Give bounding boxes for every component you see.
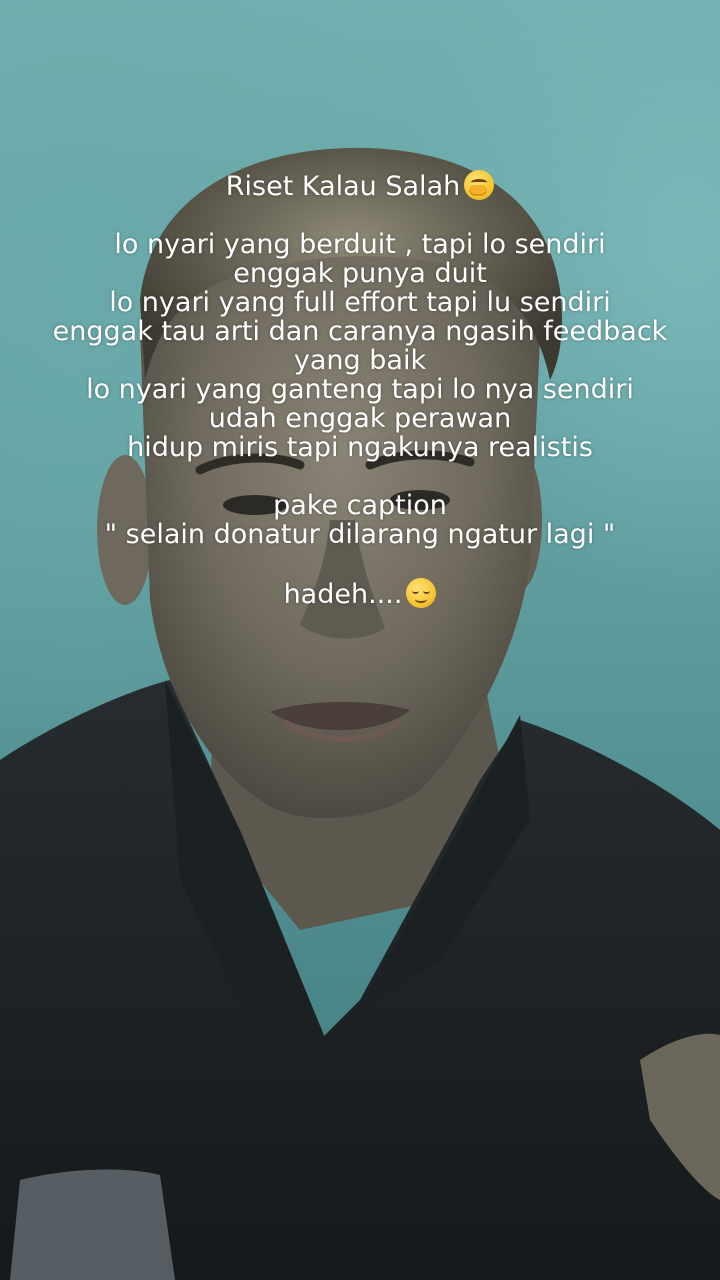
caption-closing-line: hadeh.... [20, 578, 700, 609]
caption-quote: " selain donatur dilarang ngatur lagi " [104, 519, 616, 550]
caption-line: enggak punya duit [233, 258, 487, 289]
caption-title: Riset Kalau Salah [225, 171, 461, 202]
caption-title-line: Riset Kalau Salah [20, 170, 700, 201]
caption-line: yang baik [293, 345, 427, 376]
caption-line: lo nyari yang full effort tapi lu sendir… [109, 287, 611, 318]
caption-line: hidup miris tapi ngakunya realistis [127, 432, 593, 463]
shirt-print [10, 1169, 175, 1280]
caption-line: lo nyari yang ganteng tapi lo nya sendir… [86, 374, 634, 405]
caption-intro: pake caption [273, 490, 447, 521]
story-canvas: Riset Kalau Salah lo nyari yang berduit … [0, 0, 720, 1280]
story-caption: Riset Kalau Salah lo nyari yang berduit … [20, 170, 700, 609]
hand-over-mouth-emoji-icon [464, 170, 495, 200]
caption-line: udah enggak perawan [208, 403, 512, 434]
caption-line: lo nyari yang berduit , tapi lo sendiri [114, 229, 606, 260]
caption-closing: hadeh.... [283, 579, 403, 610]
relieved-face-emoji-icon [406, 578, 437, 608]
caption-line: enggak tau arti dan caranya ngasih feedb… [52, 316, 668, 347]
